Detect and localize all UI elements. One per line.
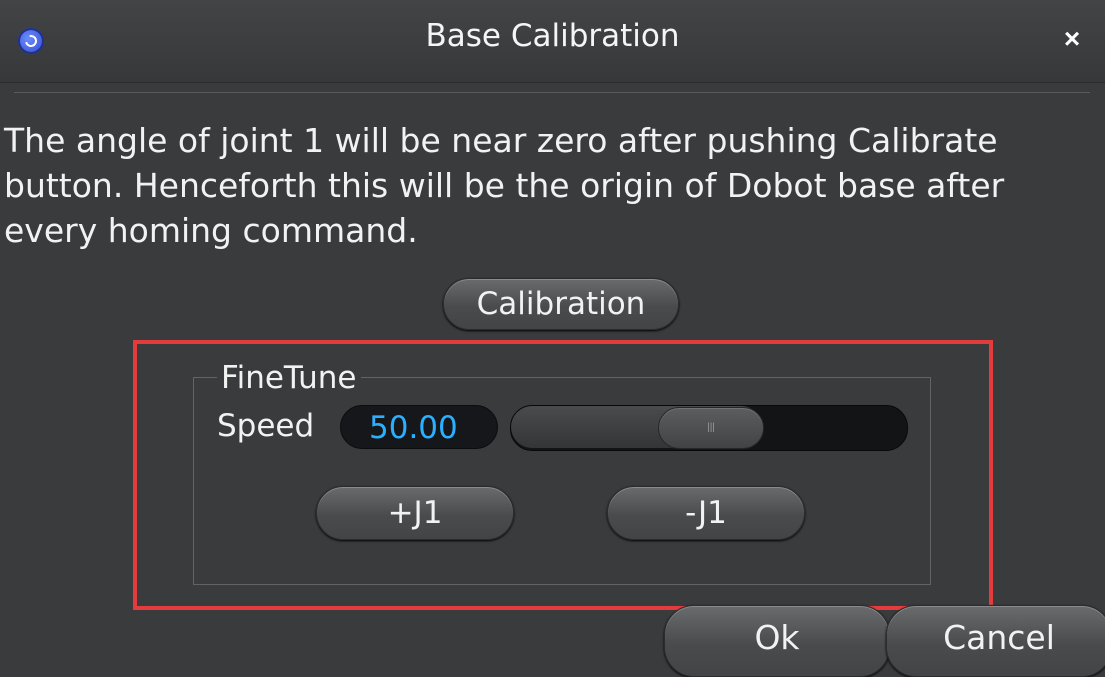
finetune-group-title: FineTune xyxy=(217,360,361,396)
calibration-description: The angle of joint 1 will be near zero a… xyxy=(4,121,1005,250)
divider xyxy=(14,92,1090,93)
ok-button[interactable]: Ok xyxy=(664,605,890,677)
close-button[interactable]: × xyxy=(1057,22,1087,56)
minus-j1-button[interactable]: -J1 xyxy=(607,486,805,540)
speed-slider-handle[interactable]: ||| xyxy=(658,407,764,449)
window-title: Base Calibration xyxy=(425,18,680,54)
speed-slider[interactable]: ||| xyxy=(510,405,908,451)
speed-label: Speed xyxy=(217,408,315,444)
speed-value-field[interactable]: 50.00 xyxy=(340,405,498,449)
cancel-button[interactable]: Cancel xyxy=(886,605,1105,677)
calibration-button[interactable]: Calibration xyxy=(443,278,679,330)
title-bar: Base Calibration × xyxy=(0,0,1105,83)
plus-j1-button[interactable]: +J1 xyxy=(316,486,514,540)
